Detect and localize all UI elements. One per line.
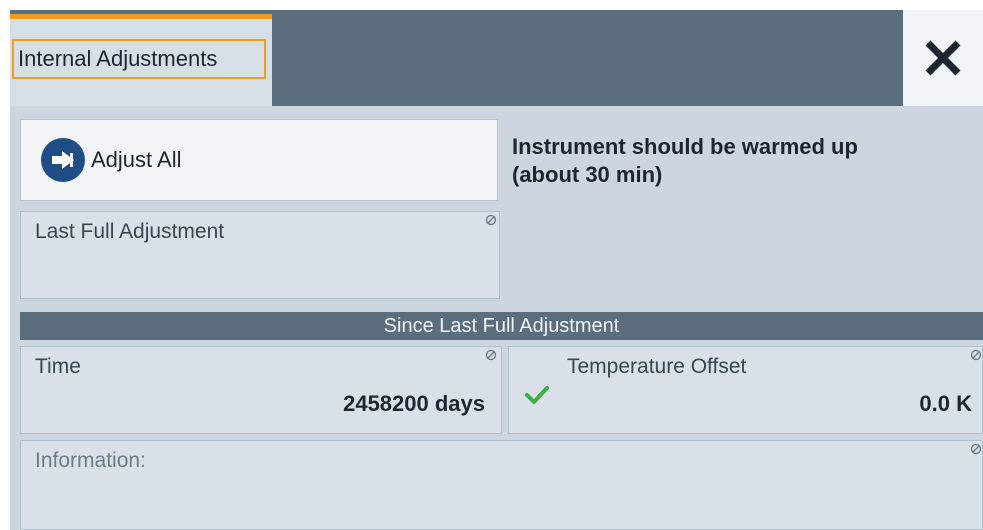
read-only-icon [970, 349, 982, 361]
read-only-icon [485, 349, 497, 361]
close-icon [925, 40, 961, 76]
time-value: 2458200 days [343, 391, 485, 416]
time-field: Time 2458200 days [20, 346, 502, 434]
temperature-offset-field: Temperature Offset 0.0 K [508, 346, 983, 434]
check-icon [525, 386, 549, 404]
adjust-all-label: Adjust All [91, 147, 182, 172]
close-button[interactable] [903, 10, 983, 106]
last-full-adjustment-field: Last Full Adjustment [20, 211, 500, 299]
arrow-right-icon [41, 138, 85, 182]
tab-label: Internal Adjustments [12, 39, 266, 79]
warmup-note-line2: (about 30 min) [512, 162, 663, 187]
read-only-icon [970, 443, 982, 455]
warmup-note: Instrument should be warmed up (about 30… [512, 133, 972, 189]
adjust-all-button[interactable]: Adjust All [20, 119, 498, 201]
information-label: Information: [35, 449, 146, 472]
time-label: Time [35, 355, 81, 378]
read-only-icon [485, 214, 497, 226]
last-full-adjustment-label: Last Full Adjustment [35, 220, 225, 243]
information-field: Information: [20, 440, 983, 530]
adjustments-dialog: Internal Adjustments Adjust All Instrume… [0, 0, 983, 530]
temperature-offset-label: Temperature Offset [567, 355, 747, 378]
warmup-note-line1: Instrument should be warmed up [512, 134, 858, 159]
temperature-offset-value: 0.0 K [919, 391, 972, 416]
section-header: Since Last Full Adjustment [20, 312, 983, 340]
